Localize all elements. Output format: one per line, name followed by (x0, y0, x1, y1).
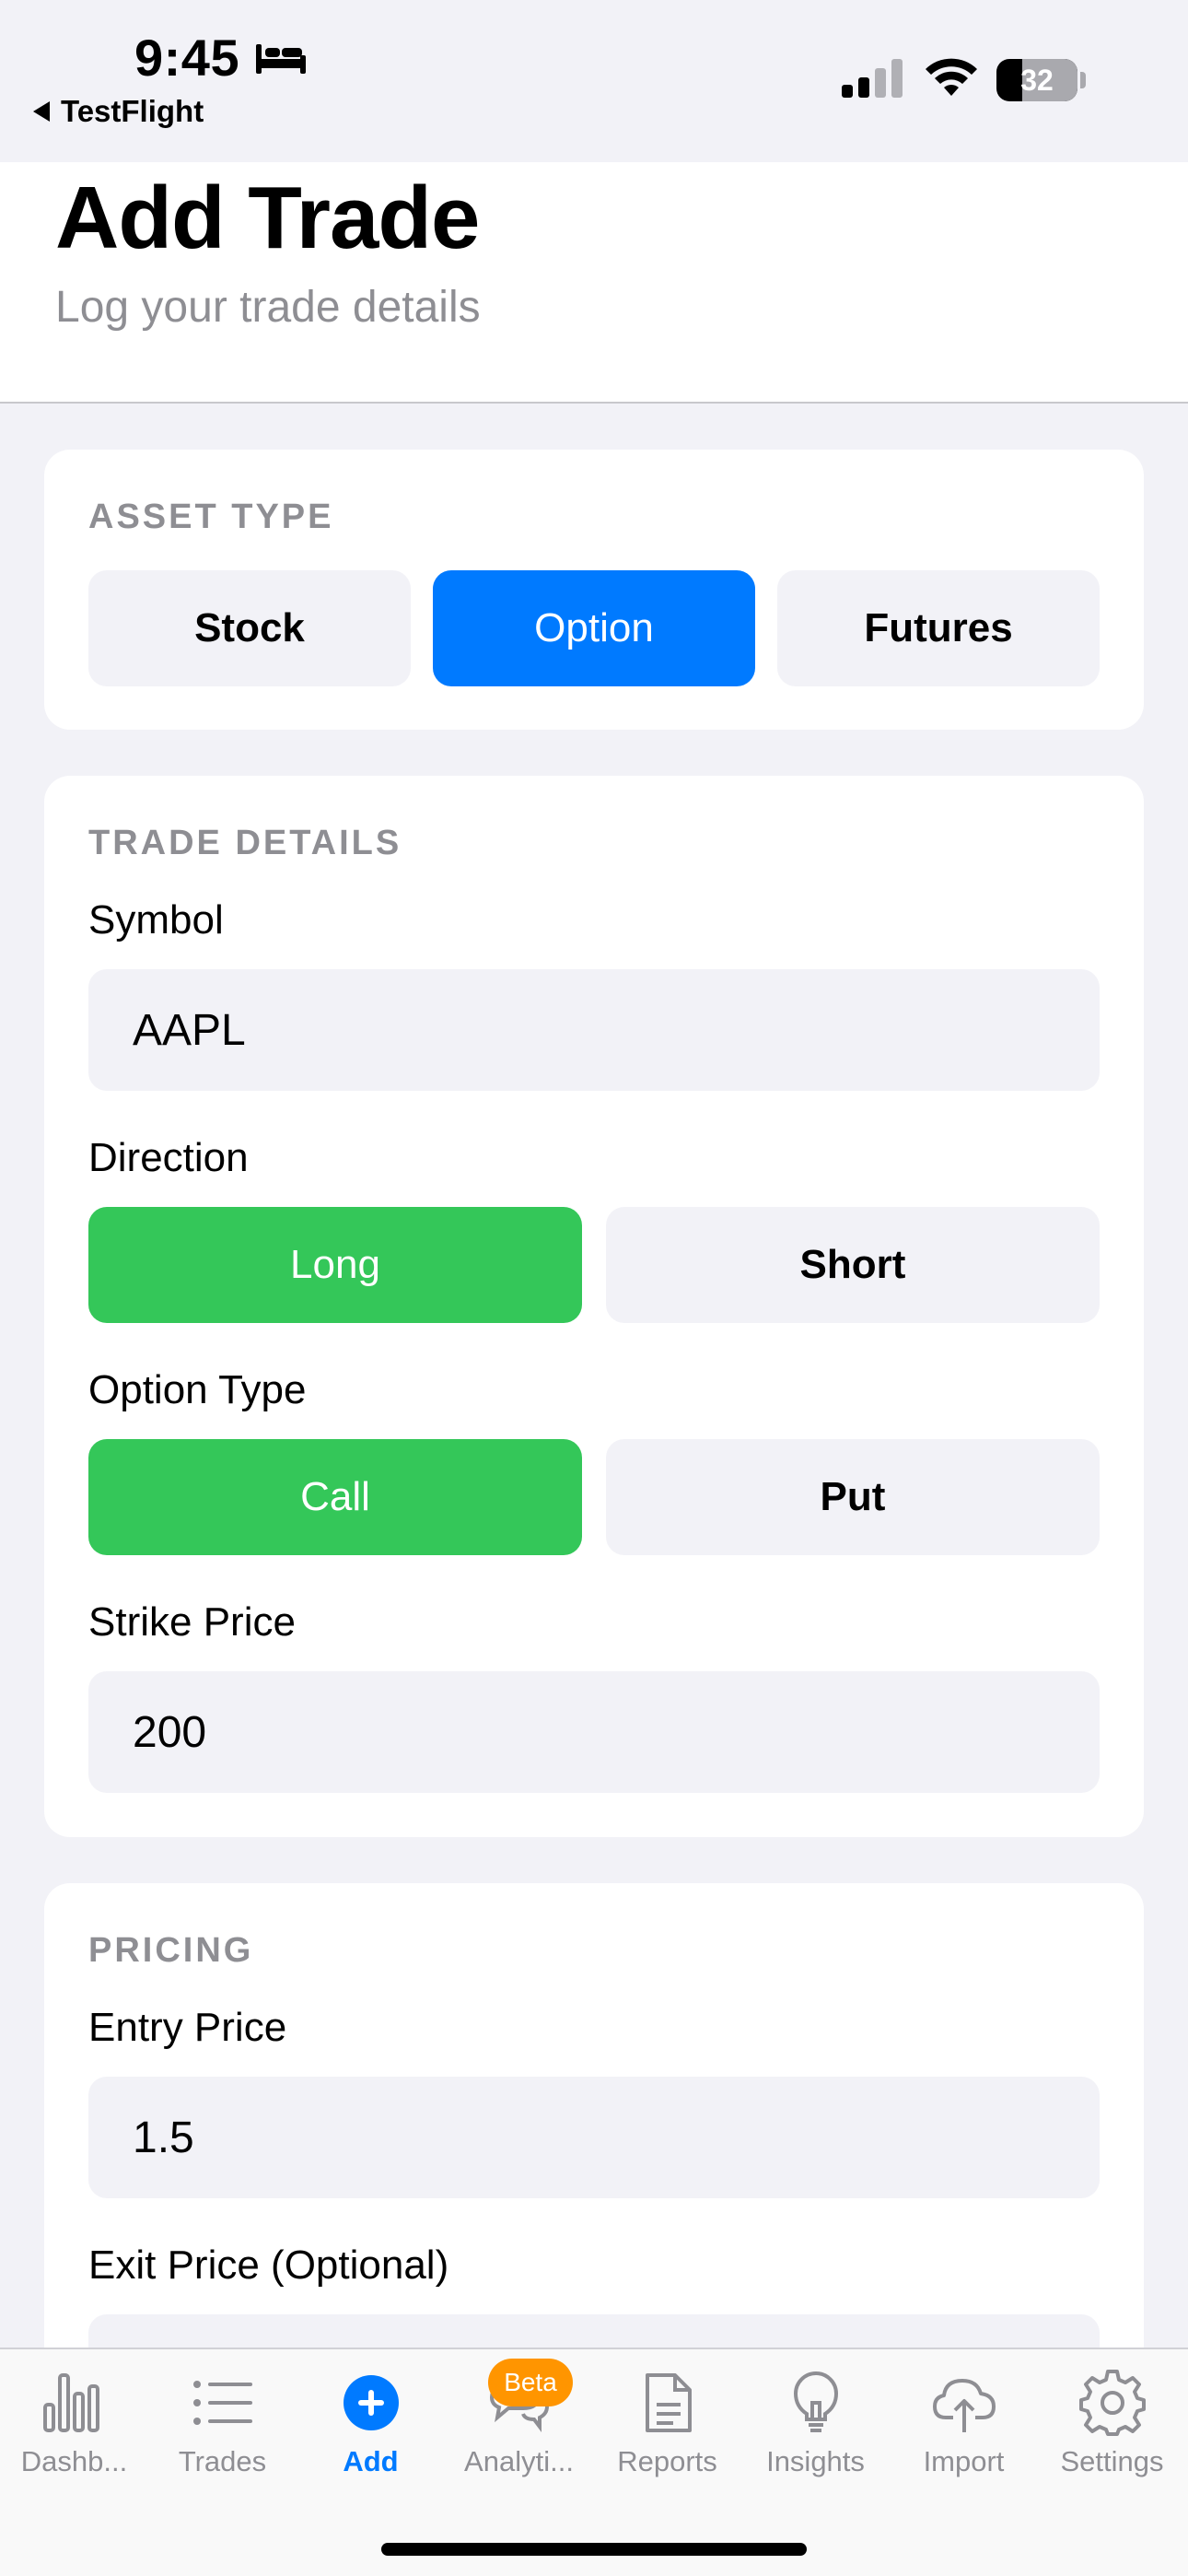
asset-type-stock-button[interactable]: Stock (88, 570, 411, 686)
cloud-upload-icon (932, 2379, 996, 2432)
direction-short-button[interactable]: Short (606, 1207, 1100, 1323)
battery-percentage: 32 (1020, 64, 1054, 97)
asset-type-card: ASSET TYPE Stock Option Futures (44, 450, 1144, 730)
tab-reports-label: Reports (617, 2445, 717, 2477)
tab-insights[interactable]: Insights (741, 2349, 890, 2488)
asset-type-futures-button[interactable]: Futures (777, 570, 1100, 686)
direction-label: Direction (88, 1135, 249, 1180)
lightbulb-icon (793, 2371, 838, 2432)
tab-bar: Dashb... Trades Add Analyti... Reports I… (0, 2348, 1188, 2576)
tab-add[interactable]: Add (297, 2349, 445, 2488)
cellular-signal-icon (842, 59, 903, 98)
page-title: Add Trade (55, 169, 480, 267)
symbol-input[interactable] (88, 969, 1100, 1091)
battery-icon: 32 (996, 59, 1086, 101)
tab-trades[interactable]: Trades (148, 2349, 297, 2488)
tab-insights-label: Insights (766, 2445, 865, 2477)
tab-import-label: Import (923, 2445, 1005, 2477)
asset-type-section-title: ASSET TYPE (88, 498, 334, 536)
strike-price-input[interactable] (88, 1671, 1100, 1793)
home-indicator[interactable] (381, 2543, 807, 2556)
option-type-label: Option Type (88, 1367, 307, 1412)
page-header: Add Trade Log your trade details (0, 162, 1188, 404)
tab-settings-label: Settings (1060, 2445, 1164, 2477)
list-icon (192, 2381, 252, 2425)
exit-price-label: Exit Price (Optional) (88, 2242, 449, 2288)
asset-type-option-button[interactable]: Option (433, 570, 755, 686)
status-bar: 9:45 TestFlight 32 (0, 0, 1188, 162)
status-time: 9:45 (134, 29, 240, 87)
option-type-call-button[interactable]: Call (88, 1439, 582, 1555)
tab-add-label: Add (343, 2445, 399, 2477)
trade-details-card: TRADE DETAILS Symbol Direction Long Shor… (44, 776, 1144, 1837)
bar-chart-icon (42, 2373, 99, 2432)
entry-price-input[interactable] (88, 2077, 1100, 2198)
back-arrow-icon (33, 101, 50, 122)
back-to-testflight[interactable]: TestFlight (33, 94, 204, 129)
tab-trades-label: Trades (178, 2445, 267, 2477)
beta-badge: Beta (488, 2359, 573, 2406)
gear-icon (1078, 2370, 1146, 2436)
tab-settings[interactable]: Settings (1038, 2349, 1186, 2488)
strike-price-label: Strike Price (88, 1599, 296, 1645)
tab-import[interactable]: Import (890, 2349, 1038, 2488)
wifi-icon (926, 58, 977, 96)
page-subtitle: Log your trade details (55, 283, 481, 332)
tab-dashboard-label: Dashb... (20, 2445, 128, 2477)
tab-reports[interactable]: Reports (593, 2349, 741, 2488)
entry-price-label: Entry Price (88, 2005, 287, 2050)
document-icon (645, 2373, 692, 2432)
back-app-label: TestFlight (61, 94, 204, 128)
option-type-put-button[interactable]: Put (606, 1439, 1100, 1555)
tab-analytics-label: Analyti... (464, 2445, 574, 2477)
plus-circle-icon (343, 2375, 399, 2430)
direction-long-button[interactable]: Long (88, 1207, 582, 1323)
bed-icon (256, 44, 306, 74)
pricing-section-title: PRICING (88, 1931, 254, 1970)
trade-details-section-title: TRADE DETAILS (88, 824, 402, 862)
tab-dashboard[interactable]: Dashb... (0, 2349, 148, 2488)
symbol-label: Symbol (88, 897, 224, 943)
